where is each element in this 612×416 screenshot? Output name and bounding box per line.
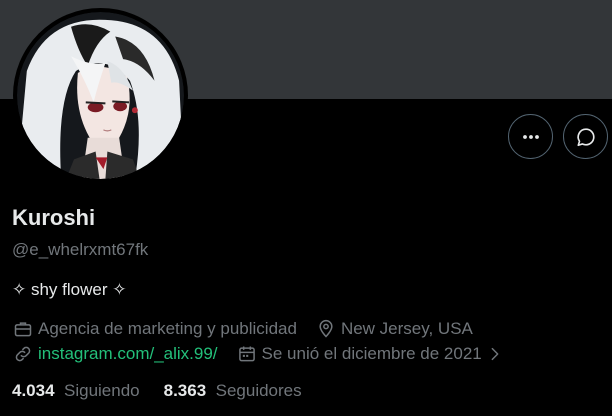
following-label: Siguiendo bbox=[64, 381, 140, 400]
profile-name: Kuroshi bbox=[12, 205, 96, 230]
profile-handle: @e_whelrxmt67fk bbox=[12, 240, 149, 259]
link-icon bbox=[12, 343, 34, 365]
more-icon bbox=[522, 134, 539, 139]
joined-label: Se unió el diciembre de 2021 bbox=[261, 344, 482, 363]
chevron-right-icon[interactable] bbox=[484, 343, 506, 365]
category-item: Agencia de marketing y publicidad bbox=[12, 318, 297, 340]
website-item[interactable]: instagram.com/_alix.99/ bbox=[12, 343, 218, 365]
calendar-icon bbox=[236, 343, 258, 365]
profile-meta-row: Agencia de marketing y publicidad New Je… bbox=[12, 318, 473, 340]
more-button[interactable] bbox=[508, 114, 553, 159]
profile-bio: ✧ shy flower ✧ bbox=[12, 280, 127, 299]
message-button[interactable] bbox=[563, 114, 608, 159]
followers-label: Seguidores bbox=[215, 381, 302, 400]
avatar-image bbox=[17, 12, 184, 179]
message-icon bbox=[576, 127, 595, 146]
joined-item[interactable]: Se unió el diciembre de 2021 bbox=[236, 343, 510, 365]
briefcase-icon bbox=[12, 318, 34, 340]
followers-count: 8.363 bbox=[163, 381, 211, 400]
location-pin-icon bbox=[315, 318, 337, 340]
category-label: Agencia de marketing y publicidad bbox=[38, 319, 297, 338]
profile-stats: 4.034 Siguiendo 8.363 Seguidores bbox=[12, 381, 326, 401]
website-link[interactable]: instagram.com/_alix.99/ bbox=[38, 344, 218, 364]
following-stat[interactable]: 4.034 Siguiendo bbox=[12, 381, 140, 401]
location-item: New Jersey, USA bbox=[315, 318, 473, 340]
following-count: 4.034 bbox=[12, 381, 60, 400]
profile-meta-row-2: instagram.com/_alix.99/ Se unió el dicie… bbox=[12, 343, 510, 365]
avatar[interactable] bbox=[13, 8, 188, 183]
followers-stat[interactable]: 8.363 Seguidores bbox=[164, 381, 302, 401]
location-label: New Jersey, USA bbox=[340, 319, 473, 338]
